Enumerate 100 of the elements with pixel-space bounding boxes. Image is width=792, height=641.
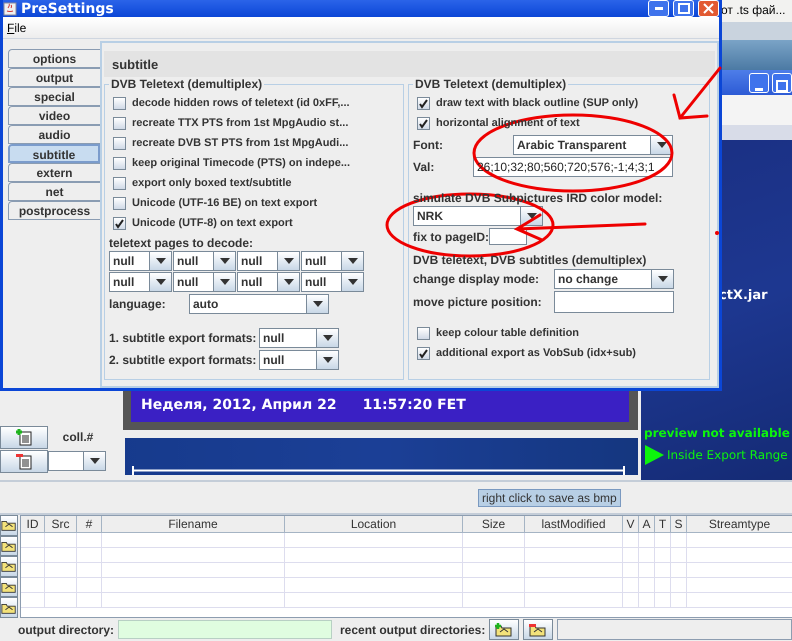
table-cell — [77, 533, 102, 548]
page-dropdown[interactable]: null — [301, 251, 364, 271]
display-mode-dropdown[interactable]: no change — [554, 269, 674, 289]
page-id-field[interactable] — [489, 228, 527, 245]
close-button[interactable] — [698, 0, 719, 17]
minimize-button[interactable] — [749, 73, 769, 93]
tab[interactable]: special — [8, 87, 100, 106]
checkbox-label: recreate DVB ST PTS from 1st MpgAudi... — [132, 137, 348, 149]
tab[interactable]: extern — [8, 163, 100, 182]
language-dropdown[interactable]: auto — [189, 294, 329, 314]
add-directory-button[interactable] — [489, 619, 520, 640]
group-title: DVB Teletext (demultiplex) — [110, 77, 264, 91]
annotation-dot — [715, 231, 719, 235]
page-dropdown[interactable]: null — [109, 272, 172, 292]
column-header[interactable]: S — [671, 516, 687, 533]
move-position-field[interactable] — [554, 291, 674, 313]
page-dropdown[interactable]: null — [301, 272, 364, 292]
page-dropdown[interactable]: null — [109, 251, 172, 271]
val-label: Val: — [413, 160, 436, 174]
remove-folder-icon — [529, 622, 548, 636]
dropdown-arrow-icon — [526, 213, 536, 219]
remove-file-button[interactable] — [0, 450, 48, 472]
page-dropdown[interactable]: null — [173, 272, 236, 292]
export-format-dropdown[interactable]: null — [259, 328, 339, 348]
checkbox[interactable] — [417, 96, 430, 110]
maximize-button[interactable] — [673, 0, 694, 17]
tab[interactable]: output — [8, 68, 100, 87]
minimize-icon — [654, 6, 662, 10]
menu-item[interactable]: File — [7, 20, 26, 34]
column-header[interactable]: Filename — [102, 516, 285, 533]
group-title: DVB Teletext (demultiplex) — [414, 77, 568, 91]
toolbar-button[interactable] — [0, 576, 18, 598]
minimize-icon — [755, 88, 763, 92]
checkbox[interactable] — [113, 196, 126, 210]
checkbox[interactable] — [417, 346, 430, 360]
checkbox-label: recreate TTX PTS from 1st MpgAudio st... — [132, 117, 348, 129]
table-cell — [21, 578, 45, 593]
checkbox[interactable] — [113, 156, 126, 170]
minimize-button[interactable] — [648, 0, 669, 17]
column-header[interactable]: Streamtype — [687, 516, 792, 533]
table-cell — [21, 563, 45, 578]
collection-dropdown[interactable] — [48, 451, 106, 471]
column-header[interactable]: V — [623, 516, 639, 533]
checkbox[interactable] — [113, 176, 126, 190]
table-cell — [623, 533, 639, 548]
dropdown-arrow-icon — [656, 142, 666, 148]
toolbar-button[interactable] — [0, 597, 18, 618]
add-file-button[interactable] — [0, 426, 48, 448]
column-header[interactable]: Location — [285, 516, 463, 533]
table-cell — [639, 533, 655, 548]
checkbox-label: keep colour table definition — [436, 327, 580, 339]
column-header[interactable]: ID — [21, 516, 45, 533]
checkbox[interactable] — [113, 96, 126, 110]
tab[interactable]: video — [8, 106, 100, 125]
tab[interactable]: postprocess — [8, 201, 100, 220]
table-cell — [77, 578, 102, 593]
dropdown-arrow-icon — [284, 279, 294, 285]
close-icon — [703, 3, 714, 14]
page-dropdown[interactable]: null — [237, 251, 300, 271]
table-cell — [671, 563, 687, 578]
tab[interactable]: audio — [8, 125, 100, 144]
recent-directories-field[interactable] — [557, 619, 792, 640]
checkbox[interactable] — [113, 116, 126, 130]
font-dropdown[interactable]: Arabic Transparent — [513, 135, 673, 155]
table-cell — [639, 578, 655, 593]
tab[interactable]: options — [8, 49, 100, 68]
remove-directory-button[interactable] — [523, 619, 554, 640]
column-header[interactable]: A — [639, 516, 655, 533]
checkbox[interactable] — [113, 136, 126, 150]
column-header[interactable]: T — [655, 516, 671, 533]
color-model-dropdown[interactable]: NRK — [413, 206, 543, 226]
toolbar-button[interactable] — [0, 515, 18, 536]
app-icon — [3, 2, 17, 16]
column-header[interactable]: # — [77, 516, 102, 533]
output-directory-field[interactable] — [118, 620, 332, 639]
table-cell — [655, 533, 671, 548]
checkbox[interactable] — [417, 326, 430, 340]
toolbar-button[interactable] — [0, 556, 18, 577]
table-cell — [623, 578, 639, 593]
play-icon — [644, 445, 664, 465]
column-header[interactable]: lastModified — [525, 516, 623, 533]
maximize-button[interactable] — [772, 73, 792, 93]
page-dropdown[interactable]: null — [237, 272, 300, 292]
table-cell — [655, 578, 671, 593]
tab[interactable]: net — [8, 182, 100, 201]
export-format-dropdown[interactable]: null — [259, 350, 339, 370]
table-cell — [463, 533, 525, 548]
font-label: Font: — [413, 138, 444, 152]
tab[interactable]: subtitle — [8, 144, 100, 163]
checkbox[interactable] — [417, 116, 430, 130]
checkbox[interactable] — [113, 216, 126, 230]
dropdown-arrow-icon — [156, 258, 166, 264]
page-id-label: fix to pageID: — [413, 230, 489, 244]
column-header[interactable]: Src — [45, 516, 77, 533]
table-cell — [671, 548, 687, 563]
table-cell — [463, 593, 525, 608]
page-dropdown[interactable]: null — [173, 251, 236, 271]
column-header[interactable]: Size — [463, 516, 525, 533]
toolbar-button[interactable] — [0, 536, 18, 556]
table-cell — [671, 578, 687, 593]
